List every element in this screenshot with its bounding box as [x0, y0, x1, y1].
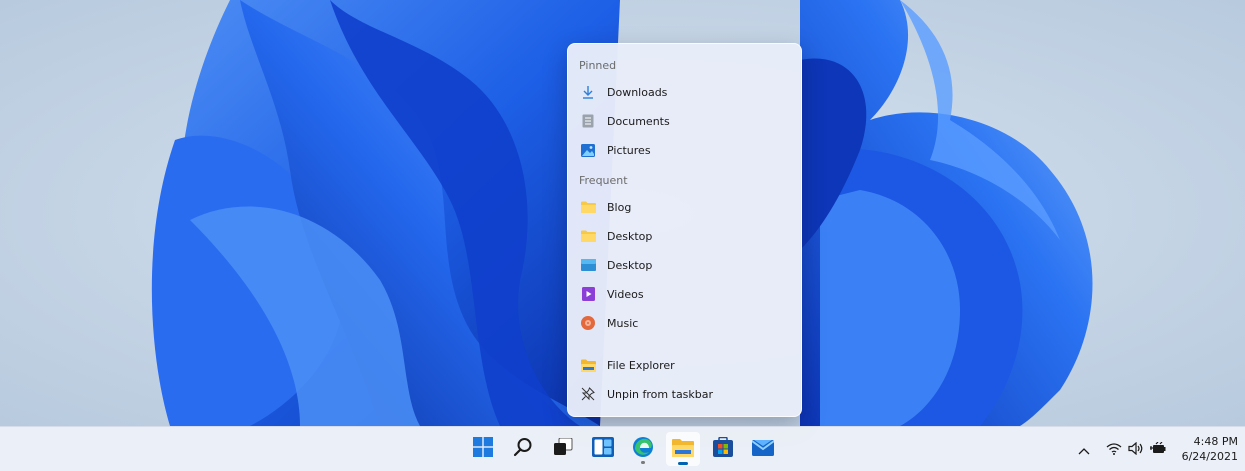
- widgets-button[interactable]: [586, 432, 620, 466]
- wifi-icon: [1106, 440, 1122, 459]
- file-explorer-jump-list: Pinned Downloads Documents Pictures Freq…: [567, 43, 802, 417]
- mail-button[interactable]: [746, 432, 780, 466]
- jump-list-item-label: Downloads: [607, 85, 668, 99]
- search-icon: [513, 437, 533, 461]
- jump-list-item-label: Pictures: [607, 143, 651, 157]
- battery-icon: [1150, 440, 1166, 459]
- clock-time: 4:48 PM: [1193, 435, 1238, 448]
- folder-icon: [580, 228, 596, 244]
- jump-list-item-label: Unpin from taskbar: [607, 387, 714, 401]
- file-explorer-icon: [580, 357, 596, 373]
- jump-list-item-file-explorer[interactable]: File Explorer: [574, 351, 795, 379]
- edge-button[interactable]: [626, 432, 660, 466]
- jump-list-item-blog[interactable]: Blog: [574, 193, 795, 221]
- desktop-icon: [580, 257, 596, 273]
- download-icon: [580, 84, 596, 100]
- videos-icon: [580, 286, 596, 302]
- volume-button[interactable]: [1128, 441, 1144, 457]
- jump-list-item-music[interactable]: Music: [574, 309, 795, 337]
- jump-list-item-label: Blog: [607, 200, 632, 214]
- jump-list-item-label: Desktop: [607, 229, 653, 243]
- task-view-icon: [553, 437, 573, 460]
- pictures-icon: [580, 142, 596, 158]
- task-view-button[interactable]: [546, 432, 580, 466]
- jump-list-item-videos[interactable]: Videos: [574, 280, 795, 308]
- battery-button[interactable]: [1150, 441, 1166, 457]
- chevron-up-icon: [1078, 440, 1090, 459]
- start-button[interactable]: [466, 432, 500, 466]
- network-button[interactable]: [1106, 441, 1122, 457]
- jump-list-item-label: Desktop: [607, 258, 653, 272]
- start-icon: [473, 437, 493, 461]
- jump-list-item-downloads[interactable]: Downloads: [574, 78, 795, 106]
- pinned-header: Pinned: [579, 59, 617, 72]
- taskbar: 4:48 PM 6/24/2021: [0, 426, 1245, 471]
- frequent-header: Frequent: [579, 174, 628, 187]
- edge-icon: [632, 436, 654, 462]
- unpin-from-taskbar-item[interactable]: Unpin from taskbar: [574, 380, 795, 408]
- documents-icon: [580, 113, 596, 129]
- jump-list-item-documents[interactable]: Documents: [574, 107, 795, 135]
- search-button[interactable]: [506, 432, 540, 466]
- jump-list-item-desktop-folder[interactable]: Desktop: [574, 222, 795, 250]
- music-icon: [580, 315, 596, 331]
- volume-icon: [1128, 440, 1144, 459]
- jump-list-item-label: Videos: [607, 287, 644, 301]
- file-explorer-icon: [672, 438, 694, 461]
- jump-list-item-label: Music: [607, 316, 639, 330]
- jump-list-item-pictures[interactable]: Pictures: [574, 136, 795, 164]
- clock-date: 6/24/2021: [1181, 450, 1238, 463]
- unpin-icon: [580, 386, 596, 402]
- active-indicator: [678, 462, 688, 465]
- store-button[interactable]: [706, 432, 740, 466]
- running-indicator: [641, 461, 645, 464]
- jump-list-item-desktop[interactable]: Desktop: [574, 251, 795, 279]
- mail-icon: [751, 438, 775, 460]
- widgets-icon: [592, 437, 614, 461]
- store-icon: [713, 436, 733, 461]
- folder-icon: [580, 199, 596, 215]
- file-explorer-button[interactable]: [666, 432, 700, 466]
- clock[interactable]: 4:48 PM 6/24/2021: [1176, 434, 1238, 464]
- jump-list-item-label: Documents: [607, 114, 670, 128]
- show-hidden-icons-button[interactable]: [1078, 441, 1090, 457]
- jump-list-item-label: File Explorer: [607, 358, 675, 372]
